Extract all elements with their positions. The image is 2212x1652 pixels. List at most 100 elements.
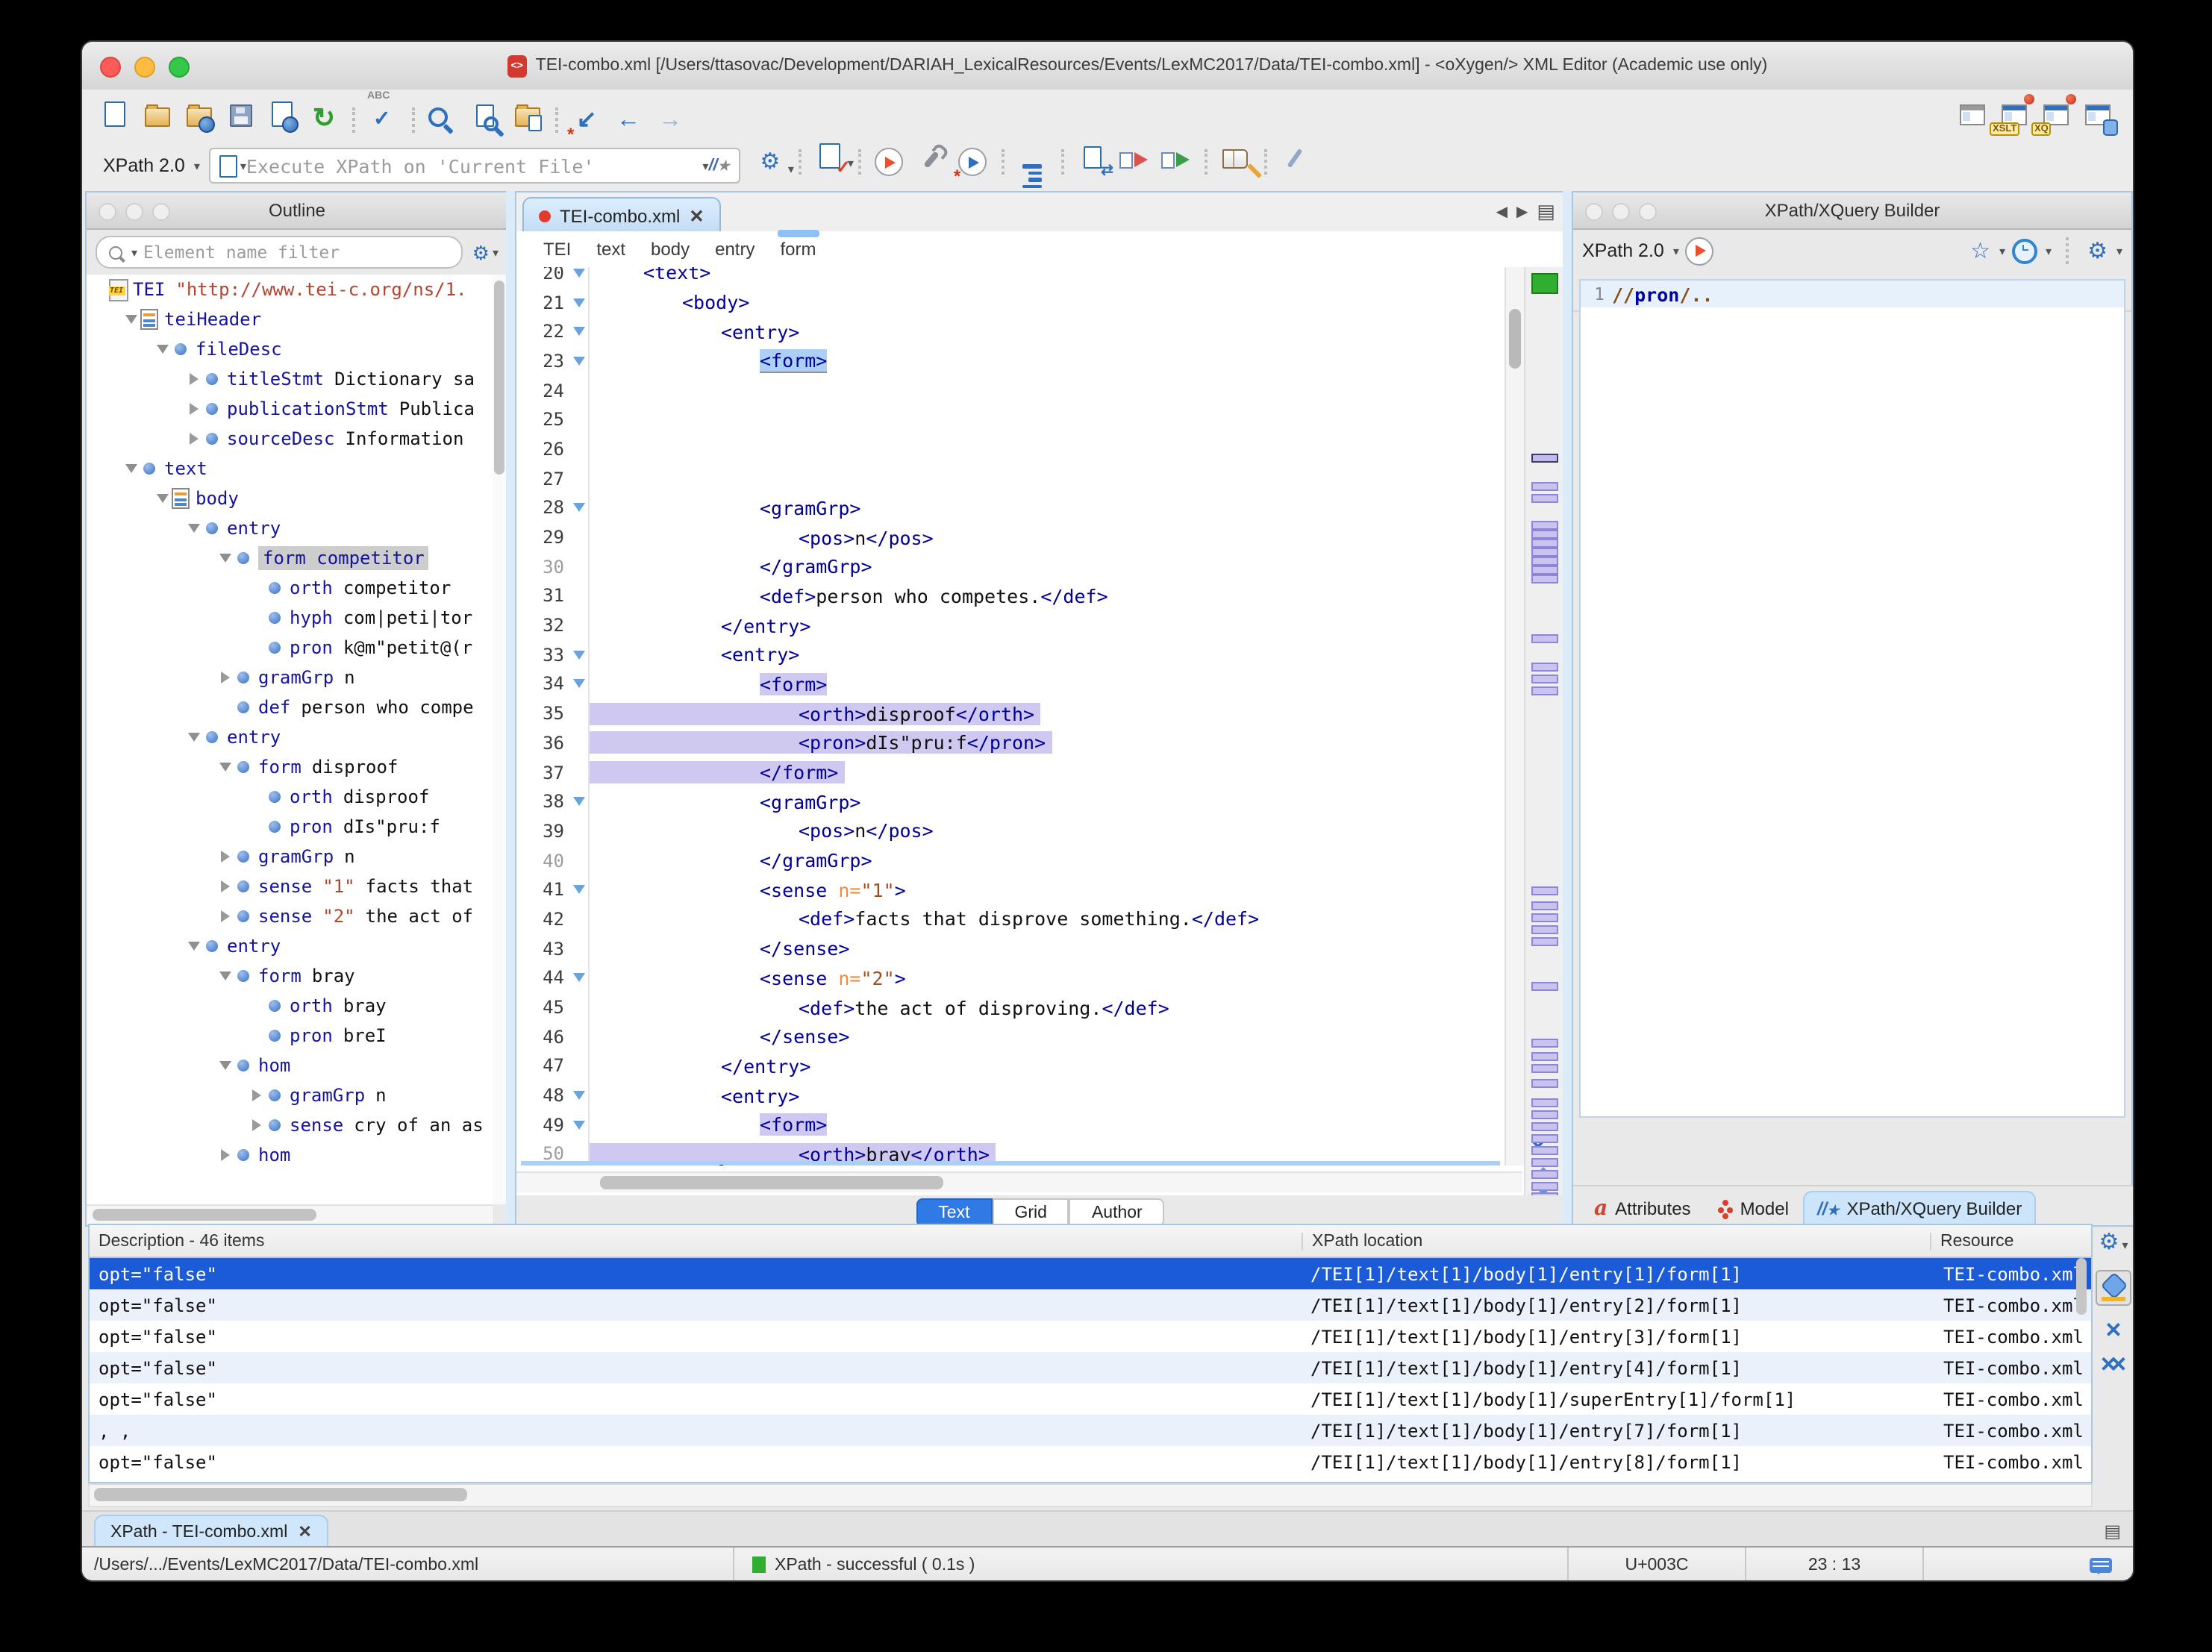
- element-name-filter-input[interactable]: ▾ Element name filter: [96, 236, 463, 269]
- outline-tree-item[interactable]: sense cry of an as: [87, 1110, 493, 1140]
- outline-settings-gear-icon[interactable]: ⚙: [472, 243, 490, 262]
- occurrence-marker[interactable]: [1531, 686, 1558, 695]
- settings-gear-icon[interactable]: ⚙ ▾: [752, 143, 793, 179]
- forward-icon[interactable]: →: [652, 103, 688, 139]
- outline-tree-item[interactable]: teiHeader: [87, 304, 493, 334]
- open-url-icon[interactable]: [181, 97, 216, 133]
- collapse-arrow-icon[interactable]: [218, 554, 233, 563]
- code-area[interactable]: 20<text>21<body>22<entry>23<form>24<orth…: [516, 267, 1505, 1166]
- outline-tree-item[interactable]: titleStmt Dictionary sa: [87, 364, 493, 394]
- save-url-icon[interactable]: [264, 96, 300, 132]
- outline-tree-item[interactable]: fileDesc: [87, 334, 493, 364]
- results-horizontal-scrollbar[interactable]: [88, 1483, 2093, 1507]
- code-line-27[interactable]: 27 </form>: [516, 463, 1505, 1166]
- new-document-icon[interactable]: [97, 96, 133, 132]
- debug-xquery-icon[interactable]: XQ: [2031, 94, 2076, 136]
- outline-horizontal-scrollbar[interactable]: [87, 1204, 493, 1224]
- xpath-execute-input[interactable]: ▾ Execute XPath on 'Current File' ▾ //★: [208, 148, 740, 184]
- occurrence-marker[interactable]: [1531, 982, 1558, 990]
- expand-arrow-icon[interactable]: [218, 880, 233, 892]
- refactor-icon[interactable]: ⇄: [1075, 139, 1113, 179]
- outline-tree-item[interactable]: pron k@m"petit@(r: [87, 633, 493, 663]
- collapse-arrow-icon[interactable]: [187, 942, 201, 951]
- outline-tree-item[interactable]: sourceDesc Information: [87, 424, 493, 454]
- execute-xpath-button[interactable]: [1684, 237, 1713, 265]
- history-clock-icon[interactable]: [2011, 238, 2037, 263]
- outline-tree-item[interactable]: hom: [87, 1140, 493, 1170]
- transform-icon[interactable]: [872, 144, 907, 180]
- xpath-query-editor[interactable]: 1 //pron/..: [1579, 279, 2125, 1118]
- debug-icon[interactable]: *: [954, 144, 991, 186]
- outline-tree-item[interactable]: entry: [87, 722, 493, 752]
- fold-toggle-icon[interactable]: [569, 786, 590, 817]
- mode-tab-author[interactable]: Author: [1069, 1198, 1165, 1227]
- occurrence-marker[interactable]: [1531, 1134, 1558, 1142]
- fold-toggle-icon[interactable]: [569, 639, 590, 670]
- code-line-32[interactable]: 32 </entry>: [516, 610, 1505, 640]
- outline-tree-item[interactable]: def person who compe: [87, 692, 493, 722]
- outline-tree-item[interactable]: form bray: [87, 961, 493, 991]
- outline-tree-item[interactable]: gramGrp n: [87, 663, 493, 692]
- comment-bubble-icon[interactable]: [2090, 1557, 2112, 1574]
- builder-settings-gear-icon[interactable]: ⚙: [2087, 240, 2108, 262]
- last-edit-location-icon[interactable]: ↙ *: [567, 103, 604, 145]
- outline-tree-item[interactable]: pron dIs"pru:f: [87, 812, 493, 842]
- code-line-40[interactable]: 40 </gramGrp>: [516, 845, 1505, 875]
- occurrence-marker[interactable]: [1531, 913, 1558, 922]
- occurrence-marker[interactable]: [1531, 557, 1558, 565]
- results-vertical-scrollbar[interactable]: [2076, 1258, 2090, 1333]
- results-header-resource[interactable]: Resource: [1931, 1232, 2091, 1250]
- db-perspective-icon[interactable]: [2079, 97, 2118, 136]
- pin-icon[interactable]: [1278, 140, 1313, 175]
- occurrence-marker[interactable]: [1531, 566, 1558, 574]
- fold-toggle-icon[interactable]: [569, 267, 590, 288]
- collapse-arrow-icon[interactable]: [124, 464, 139, 473]
- code-line-26[interactable]: 26<pron>k@m"petit@(r)</pron>: [516, 434, 1505, 1166]
- spell-check-icon[interactable]: ABC ✓: [366, 91, 402, 130]
- occurrence-marker[interactable]: [1531, 1122, 1558, 1130]
- xpath-star-icon[interactable]: //★: [708, 157, 729, 175]
- code-line-22[interactable]: 22 <entry>: [516, 316, 1505, 347]
- result-row[interactable]: opt="false" /TEI[1]/text[1]/body[1]/entry…: [90, 1258, 2091, 1289]
- outline-tree-item[interactable]: entry: [87, 931, 493, 961]
- outline-tree-item[interactable]: orth disproof: [87, 782, 493, 812]
- fold-toggle-icon[interactable]: [569, 963, 590, 993]
- save-icon[interactable]: [222, 98, 258, 134]
- xpath-builder-header[interactable]: XPath/XQuery Builder: [1573, 193, 2131, 230]
- chevron-down-icon[interactable]: ▾: [702, 159, 708, 172]
- collapse-arrow-icon[interactable]: [218, 763, 233, 772]
- collapse-arrow-icon[interactable]: [218, 1061, 233, 1070]
- code-line-43[interactable]: 43 </sense>: [516, 933, 1505, 963]
- expand-arrow-icon[interactable]: [249, 1089, 264, 1101]
- collapse-arrow-icon[interactable]: [187, 733, 201, 742]
- close-tab-icon[interactable]: ✕: [689, 205, 704, 226]
- code-line-46[interactable]: 46 </sense>: [516, 1021, 1505, 1052]
- find-in-files-icon[interactable]: [467, 98, 503, 134]
- occurrence-marker[interactable]: [1531, 494, 1558, 502]
- code-line-23[interactable]: 23 <form>: [516, 346, 1505, 376]
- fold-toggle-icon[interactable]: [569, 875, 590, 905]
- result-row[interactable]: , , /TEI[1]/text[1]/body[1]/entry[7]/form…: [90, 1415, 2091, 1446]
- run-red-icon[interactable]: [1116, 142, 1152, 178]
- occurrence-marker[interactable]: [1531, 1146, 1558, 1154]
- code-line-45[interactable]: 45 <def>the act of disproving.</def>: [516, 992, 1505, 1022]
- code-line-37[interactable]: 37 </form>: [516, 757, 1505, 787]
- occurrence-marker[interactable]: [1531, 1110, 1558, 1118]
- scroll-tabs-left-icon[interactable]: ◀: [1496, 204, 1508, 220]
- outline-tree-item[interactable]: pron breI: [87, 1021, 493, 1051]
- mode-tab-grid[interactable]: Grid: [992, 1198, 1069, 1227]
- expand-arrow-icon[interactable]: [249, 1119, 264, 1131]
- outline-tree-item[interactable]: sense "1" facts that: [87, 872, 493, 901]
- collapse-arrow-icon[interactable]: [124, 315, 139, 324]
- occurrence-marker[interactable]: [1531, 530, 1558, 538]
- transform-settings-icon[interactable]: [913, 141, 949, 177]
- outline-tree-item[interactable]: text: [87, 454, 493, 484]
- outline-editor-splitter[interactable]: [506, 191, 515, 1224]
- scroll-tabs-right-icon[interactable]: ▶: [1516, 204, 1528, 220]
- breadcrumb-item-entry[interactable]: entry: [715, 239, 754, 260]
- back-icon[interactable]: ←: [610, 103, 646, 139]
- results-header-description[interactable]: Description - 46 items: [90, 1232, 1303, 1250]
- outline-tree-item[interactable]: TEI "http://www.tei-c.org/ns/1.: [87, 275, 493, 304]
- outline-tree-item[interactable]: orth competitor: [87, 573, 493, 603]
- xpath-version-dropdown[interactable]: XPath 2.0: [103, 155, 185, 176]
